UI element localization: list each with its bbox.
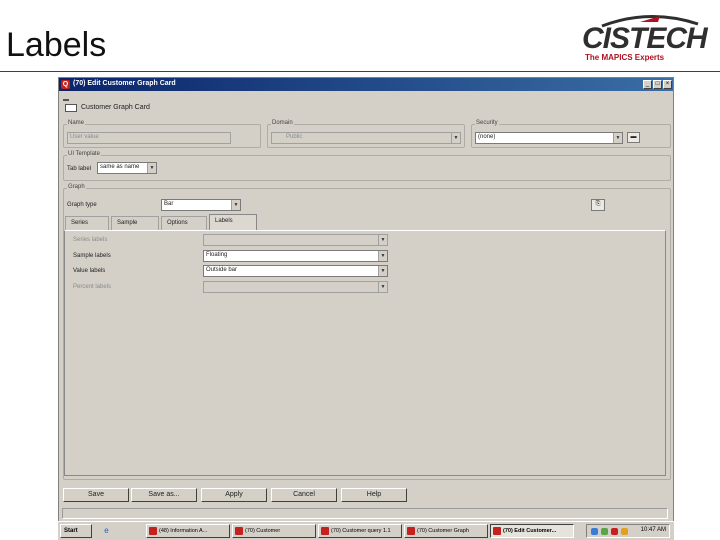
quicklaunch-ie-icon[interactable]: e — [102, 526, 111, 535]
cistech-logo: CISTECH The MAPICS Experts — [580, 12, 716, 64]
tray-clock: 10:47 AM — [640, 527, 666, 533]
graph-type-value: Bar — [164, 201, 174, 207]
logo-wordmark: CISTECH — [582, 22, 708, 55]
graph-type-select[interactable]: Bar ▼ — [161, 199, 241, 211]
sample-labels-label: Sample labels — [73, 253, 111, 259]
minimize-button[interactable]: _ — [643, 80, 652, 89]
task-app-icon — [235, 527, 243, 535]
taskbar-item-1[interactable]: (48) Information A... — [146, 524, 230, 538]
security-select[interactable]: (none) ▼ — [475, 132, 623, 144]
value-labels-value: Outside bar — [206, 267, 238, 273]
domain-value: Public — [286, 134, 303, 140]
security-label: Security — [475, 120, 499, 126]
percent-labels-label: Percent labels — [73, 284, 112, 290]
tray-network-icon[interactable] — [591, 528, 598, 535]
sample-labels-value: Floating — [206, 252, 228, 258]
taskbar-item-4-label: (70) Customer Graph — [417, 528, 469, 534]
slide-title: Labels — [6, 26, 107, 64]
header-rule — [0, 71, 720, 72]
save-as-button[interactable]: Save as... — [131, 488, 197, 502]
task-app-icon — [407, 527, 415, 535]
taskbar-item-5-label: (70) Edit Customer... — [503, 528, 557, 534]
graph-type-label: Graph type — [67, 202, 97, 208]
tab-sample[interactable]: Sample — [111, 216, 159, 230]
graph-type-dropdown-icon: ▼ — [231, 200, 240, 210]
tray-security-icon[interactable] — [601, 528, 608, 535]
ui-template-label: UI Template — [67, 151, 101, 157]
windows-taskbar: Start e (48) Information A... (70) Custo… — [58, 521, 674, 540]
tab-label-dropdown-icon: ▼ — [147, 163, 156, 173]
status-bar — [62, 508, 668, 519]
domain-dropdown-icon: ▼ — [451, 133, 460, 143]
logo-tagline: The MAPICS Experts — [585, 53, 665, 62]
edit-graph-card-window: Q (70) Edit Customer Graph Card _ □ × Cu… — [58, 77, 674, 540]
name-field[interactable]: User value — [67, 132, 231, 144]
security-value: (none) — [478, 134, 496, 140]
taskbar-item-3-label: (70) Customer query 1.1 — [331, 528, 391, 534]
series-labels-label: Series labels — [73, 237, 108, 243]
tab-label-label: Tab label — [67, 166, 92, 172]
percent-labels-select[interactable]: ▼ — [203, 281, 388, 293]
value-labels-label: Value labels — [73, 268, 106, 274]
value-labels-select[interactable]: Outside bar ▼ — [203, 265, 388, 277]
taskbar-item-4[interactable]: (70) Customer Graph — [404, 524, 488, 538]
domain-label: Domain — [271, 120, 294, 126]
tab-label-value: same as name — [100, 164, 140, 170]
task-app-icon — [149, 527, 157, 535]
apply-button[interactable]: Apply — [201, 488, 267, 502]
tab-options[interactable]: Options — [161, 216, 207, 230]
taskbar-item-5[interactable]: (70) Edit Customer... — [490, 524, 574, 538]
percent-labels-dropdown-icon: ▼ — [378, 282, 387, 292]
task-app-icon — [493, 527, 501, 535]
help-button[interactable]: Help — [341, 488, 407, 502]
taskbar-item-2-label: (70) Customer — [245, 528, 281, 534]
app-icon: Q — [61, 80, 70, 89]
tab-label-select[interactable]: same as name ▼ — [97, 162, 157, 174]
tray-volume-icon[interactable] — [621, 528, 628, 535]
series-labels-select[interactable]: ▼ — [203, 234, 388, 246]
system-tray: 10:47 AM — [586, 524, 670, 538]
sample-labels-select[interactable]: Floating ▼ — [203, 250, 388, 262]
save-button[interactable]: Save — [63, 488, 129, 502]
card-title: Customer Graph Card — [81, 104, 150, 111]
value-labels-dropdown-icon: ▼ — [378, 266, 387, 276]
tab-labels[interactable]: Labels — [209, 214, 257, 230]
security-dropdown-icon: ▼ — [613, 133, 622, 143]
taskbar-item-1-label: (48) Information A... — [159, 528, 208, 534]
graph-preview-button[interactable]: ⎘ — [591, 199, 605, 211]
card-small-icon — [63, 99, 69, 101]
security-edit-button[interactable]: ▬ — [627, 132, 640, 143]
maximize-button[interactable]: □ — [653, 80, 662, 89]
window-title: (70) Edit Customer Graph Card — [73, 80, 176, 87]
graph-label: Graph — [67, 184, 86, 190]
taskbar-item-3[interactable]: (70) Customer query 1.1 — [318, 524, 402, 538]
graph-card-icon — [65, 104, 77, 112]
domain-select[interactable]: Public ▼ — [271, 132, 461, 144]
taskbar-item-2[interactable]: (70) Customer — [232, 524, 316, 538]
sample-labels-dropdown-icon: ▼ — [378, 251, 387, 261]
start-button[interactable]: Start — [60, 524, 92, 538]
name-label: Name — [67, 120, 86, 126]
window-titlebar[interactable]: Q (70) Edit Customer Graph Card _ □ × — [59, 78, 673, 91]
cancel-button[interactable]: Cancel — [271, 488, 337, 502]
close-button[interactable]: × — [663, 80, 672, 89]
series-labels-dropdown-icon: ▼ — [378, 235, 387, 245]
task-app-icon — [321, 527, 329, 535]
tab-series[interactable]: Series — [65, 216, 109, 230]
tray-app-icon[interactable] — [611, 528, 618, 535]
